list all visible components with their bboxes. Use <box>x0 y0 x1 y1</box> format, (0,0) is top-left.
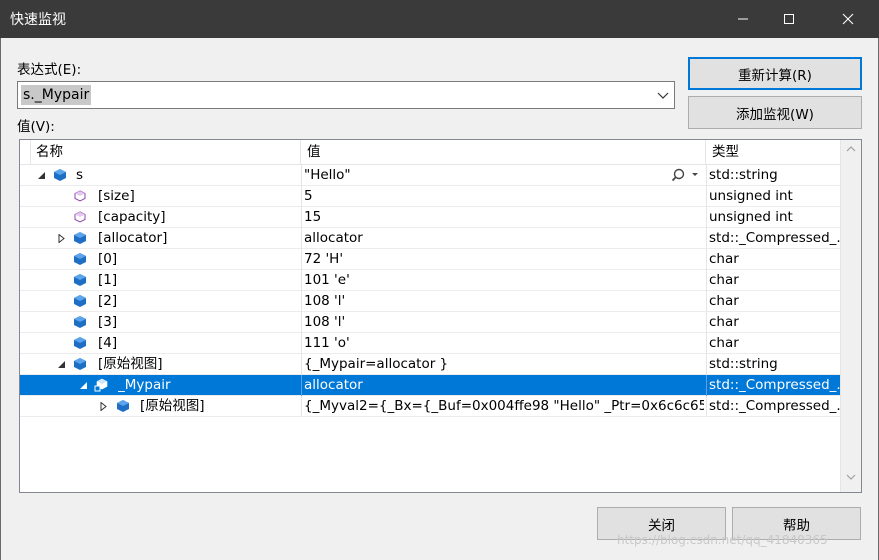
table-row[interactable]: [1] 101 'e' char <box>20 270 840 291</box>
table-row[interactable]: [capacity] 15 unsigned int <box>20 207 840 228</box>
scroll-up-icon[interactable] <box>846 146 856 152</box>
row-value: 108 'l' <box>304 314 346 330</box>
row-value: allocator <box>304 377 363 393</box>
row-type: char <box>709 314 739 330</box>
row-name: [1] <box>98 272 118 288</box>
row-name: [0] <box>98 251 118 267</box>
row-name: [size] <box>98 188 135 204</box>
maximize-icon <box>784 14 794 24</box>
column-header-type[interactable]: 类型 <box>706 140 840 164</box>
minimize-button[interactable] <box>720 0 766 38</box>
row-name: [2] <box>98 293 118 309</box>
scroll-down-icon[interactable] <box>846 474 856 480</box>
row-name: [capacity] <box>98 209 166 225</box>
row-name: [原始视图] <box>140 398 205 414</box>
row-type: char <box>709 251 739 267</box>
title-bar: 快速监视 <box>0 0 879 38</box>
row-type: char <box>709 335 739 351</box>
table-row[interactable]: s "Hello" std::string <box>20 165 840 186</box>
object-icon <box>74 337 86 349</box>
table-row[interactable]: [原始视图] {_Myval2={_Bx={_Buf=0x004ffe98 "H… <box>20 396 840 417</box>
field-icon <box>74 190 86 202</box>
row-type: std::_Compressed_... <box>709 398 840 414</box>
chevron-down-icon[interactable] <box>656 88 670 102</box>
row-name: s <box>76 167 84 183</box>
object-icon <box>117 400 129 412</box>
object-icon <box>74 274 86 286</box>
row-value: 101 'e' <box>304 272 350 288</box>
row-type: std::_Compressed_... <box>709 230 840 246</box>
expanded-arrow-icon[interactable] <box>79 381 88 390</box>
collapsed-arrow-icon[interactable] <box>57 234 66 243</box>
expression-combobox[interactable]: s._Mypair <box>17 81 675 109</box>
minimize-icon <box>738 18 748 20</box>
table-row[interactable]: [allocator] allocator std::_Compressed_.… <box>20 228 840 249</box>
row-type: char <box>709 272 739 288</box>
window-title: 快速监视 <box>10 12 66 28</box>
row-type: std::_Compressed_... <box>709 377 840 393</box>
grid-header: 名称 值 类型 <box>20 140 840 165</box>
row-value: 5 <box>304 188 313 204</box>
expression-input[interactable]: s._Mypair <box>21 85 92 105</box>
close-icon <box>842 13 854 25</box>
watermark: https://blog.csdn.net/qq_41840365 <box>617 533 828 547</box>
watch-grid[interactable]: 名称 值 类型 s "Hello" std::string [size] 5 u… <box>19 139 862 493</box>
row-value: 108 'l' <box>304 293 346 309</box>
row-type: std::string <box>709 167 778 183</box>
row-type: char <box>709 293 739 309</box>
expression-label: 表达式(E): <box>17 62 82 78</box>
row-value: 15 <box>304 209 322 225</box>
row-name: [allocator] <box>98 230 168 246</box>
field-icon <box>74 211 86 223</box>
column-header-name[interactable]: 名称 <box>20 140 301 164</box>
value-label: 值(V): <box>17 119 55 135</box>
row-type: unsigned int <box>709 209 793 225</box>
row-type: std::string <box>709 356 778 372</box>
row-name: [原始视图] <box>98 356 163 372</box>
row-name: [3] <box>98 314 118 330</box>
row-value: allocator <box>304 230 363 246</box>
row-value: {_Myval2={_Bx={_Buf=0x004ffe98 "Hello" _… <box>304 398 704 414</box>
maximize-button[interactable] <box>766 0 812 38</box>
close-window-button[interactable] <box>825 0 871 38</box>
object-icon <box>54 169 66 181</box>
object-icon <box>74 295 86 307</box>
table-row[interactable]: [0] 72 'H' char <box>20 249 840 270</box>
expanded-arrow-icon[interactable] <box>57 360 66 369</box>
row-value: "Hello" <box>304 167 351 183</box>
row-name: _Mypair <box>118 377 171 393</box>
table-row[interactable]: [3] 108 'l' char <box>20 312 840 333</box>
table-row[interactable]: [2] 108 'l' char <box>20 291 840 312</box>
object-icon <box>74 232 86 244</box>
row-value: 111 'o' <box>304 335 350 351</box>
vertical-scrollbar[interactable] <box>840 140 861 492</box>
table-row-selected[interactable]: _Mypair allocator std::_Compressed_... <box>20 375 840 396</box>
search-icon[interactable] <box>672 168 702 182</box>
expanded-arrow-icon[interactable] <box>37 171 46 180</box>
table-row[interactable]: [size] 5 unsigned int <box>20 186 840 207</box>
row-type: unsigned int <box>709 188 793 204</box>
table-row[interactable]: [原始视图] {_Mypair=allocator } std::string <box>20 354 840 375</box>
row-value: 72 'H' <box>304 251 344 267</box>
add-watch-button[interactable]: 添加监视(W) <box>688 96 862 129</box>
column-header-value[interactable]: 值 <box>301 140 706 164</box>
row-name: [4] <box>98 335 118 351</box>
recalculate-button[interactable]: 重新计算(R) <box>688 57 862 90</box>
object-icon <box>74 316 86 328</box>
object-icon <box>74 358 86 370</box>
collapsed-arrow-icon[interactable] <box>99 402 108 411</box>
row-value: {_Mypair=allocator } <box>304 356 449 372</box>
private-field-icon <box>94 378 108 392</box>
object-icon <box>74 253 86 265</box>
table-row[interactable]: [4] 111 'o' char <box>20 333 840 354</box>
